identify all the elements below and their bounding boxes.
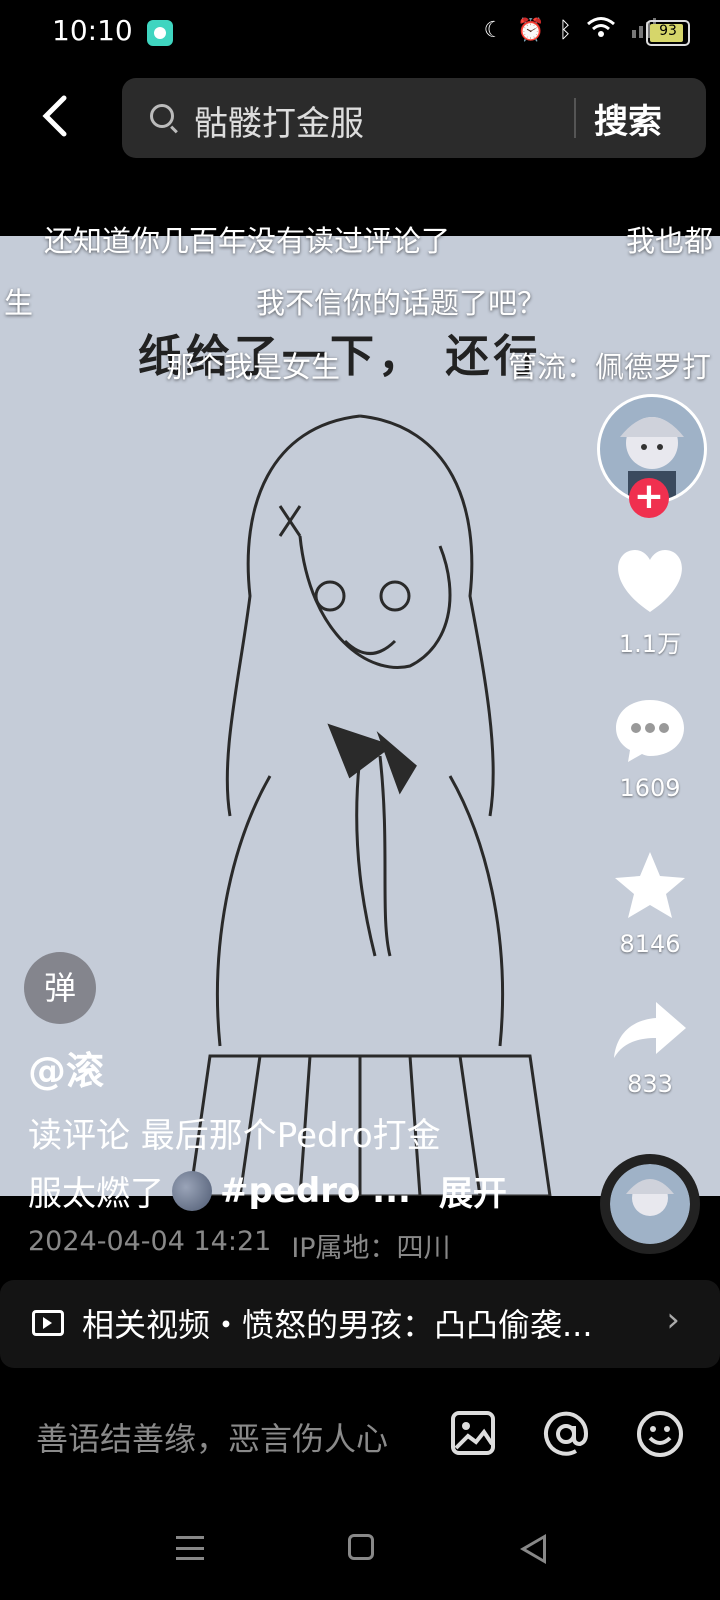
status-time: 10:10 xyxy=(52,14,133,47)
share-button[interactable]: 833 xyxy=(610,1000,690,1098)
wifi-icon xyxy=(586,16,616,44)
music-disc-icon[interactable] xyxy=(600,1154,700,1254)
post-description: 读评论 最后那个Pedro打金 xyxy=(28,1116,441,1156)
related-video-icon xyxy=(32,1310,64,1336)
hashtag-link[interactable]: #pedro ... xyxy=(220,1171,411,1211)
favorite-button[interactable]: 8146 xyxy=(610,850,690,958)
expand-button[interactable]: 展开 xyxy=(439,1166,507,1215)
author-name[interactable]: @滚 xyxy=(28,1040,104,1095)
battery-level: 93 xyxy=(659,23,677,39)
moon-icon: ☾ xyxy=(483,17,504,43)
nav-menu-icon[interactable] xyxy=(176,1536,204,1560)
favorite-count: 8146 xyxy=(619,930,681,958)
share-icon xyxy=(614,1002,686,1058)
search-button[interactable]: 搜索 xyxy=(594,94,662,143)
post-date: 2024-04-04 14:21 xyxy=(28,1226,272,1257)
heart-icon xyxy=(618,550,682,612)
sketch-drawing xyxy=(188,414,552,1196)
search-icon xyxy=(150,104,174,128)
alarm-icon: ⏰ xyxy=(517,17,545,43)
danmaku-text: 我也都 xyxy=(626,224,714,258)
moon-emoji-icon xyxy=(172,1170,212,1211)
danmaku-text: 我不信你的话题了吧？ xyxy=(256,286,547,320)
danmaku-text: 还知道你几百年没有读过评论了 xyxy=(44,224,451,258)
related-videos-text: 相关视频・愤怒的男孩：凸凸偷袭... xyxy=(82,1306,593,1344)
battery-icon: 93 xyxy=(646,20,690,46)
nav-home-icon[interactable] xyxy=(348,1534,374,1560)
like-count: 1.1万 xyxy=(618,630,682,658)
post-description-text: 服太燃了 xyxy=(28,1174,164,1214)
status-icons: ☾ ⏰ ᛒ xyxy=(484,16,656,44)
at-icon[interactable] xyxy=(542,1410,590,1458)
search-query: 骷髅打金服 xyxy=(194,104,364,144)
comment-button[interactable]: 1609 xyxy=(610,698,690,802)
comment-input[interactable]: 善语结善缘，恶言伤人心 xyxy=(36,1414,388,1460)
danmaku-text: 管流：佩德罗打 xyxy=(508,350,712,384)
post-description-line2: 服太燃了 #pedro ... 展开 xyxy=(28,1166,507,1215)
comment-count: 1609 xyxy=(619,774,681,802)
bluetooth-icon: ᛒ xyxy=(558,17,572,43)
danmaku-text: 生 xyxy=(4,286,34,320)
emoji-icon[interactable] xyxy=(636,1410,684,1458)
post-meta: 2024-04-04 14:21 IP属地：四川 xyxy=(28,1226,451,1265)
search-divider xyxy=(574,98,576,138)
search-input[interactable]: 骷髅打金服 搜索 xyxy=(122,78,706,158)
chevron-right-icon: › xyxy=(666,1300,680,1340)
back-icon[interactable] xyxy=(40,94,76,138)
like-button[interactable]: 1.1万 xyxy=(610,548,690,659)
ip-location: IP属地：四川 xyxy=(291,1233,451,1264)
comment-icon xyxy=(616,700,684,762)
nav-back-icon[interactable] xyxy=(520,1534,546,1564)
share-count: 833 xyxy=(627,1070,673,1098)
danmaku-text: 那个我是女生 xyxy=(166,350,341,384)
follow-plus-icon[interactable]: + xyxy=(629,478,669,518)
related-videos-bar[interactable]: 相关视频・愤怒的男孩：凸凸偷袭... › xyxy=(0,1280,720,1368)
star-icon xyxy=(615,852,685,918)
app-notification-icon xyxy=(147,20,173,46)
image-icon[interactable] xyxy=(450,1410,498,1458)
danmaku-toggle-button[interactable]: 弹 xyxy=(24,952,96,1024)
